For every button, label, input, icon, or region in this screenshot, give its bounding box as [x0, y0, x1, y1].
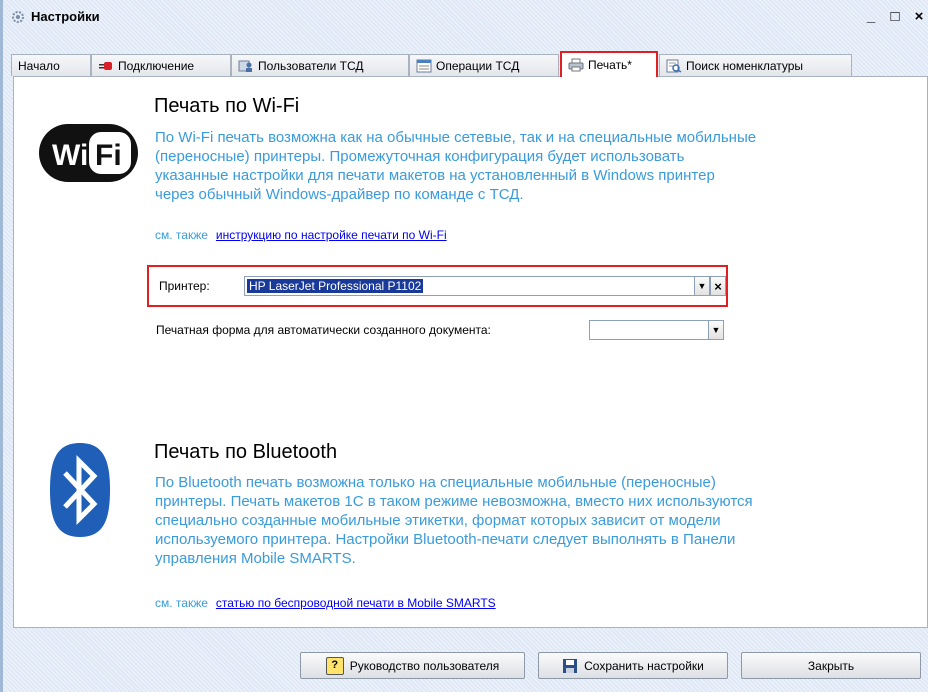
bluetooth-see-also: см. также статью по беспроводной печати в…	[155, 596, 496, 610]
wifi-see-also: см. также инструкцию по настройке печати …	[155, 228, 447, 242]
user-guide-label: Руководство пользователя	[349, 658, 500, 673]
tab-start[interactable]: Начало	[11, 54, 91, 76]
tab-label: Операции ТСД	[436, 58, 520, 73]
see-also-label: см. также	[155, 228, 208, 242]
bt-desc-line: специально созданные мобильные этикетки,…	[155, 512, 721, 529]
wifi-desc-line: указанные настройки для печати макетов н…	[155, 167, 715, 184]
tab-print[interactable]: Печать*	[560, 51, 658, 77]
tab-label: Пользователи ТСД	[258, 58, 364, 73]
wifi-desc-line: (переносные) принтеры. Промежуточная кон…	[155, 148, 685, 165]
wifi-description: По Wi-Fi печать возможна как на обычные …	[155, 128, 756, 204]
wifi-logo-icon: Wi Fi	[39, 124, 138, 182]
window-controls: _ □ ×	[862, 8, 928, 25]
bt-desc-line: управления Mobile SMARTS.	[155, 550, 356, 567]
print-form-dropdown-button[interactable]: ▼	[708, 320, 724, 340]
close-label: Закрыть	[807, 658, 855, 673]
chevron-down-icon: ▼	[697, 281, 707, 291]
print-form-label: Печатная форма для автоматически созданн…	[156, 323, 491, 337]
list-icon	[416, 59, 432, 72]
bt-desc-line: используемого принтера. Настройки Blueto…	[155, 531, 736, 548]
window-title: Настройки	[31, 9, 100, 24]
close-button[interactable]: Закрыть	[741, 652, 921, 679]
bt-desc-line: принтеры. Печать макетов 1С в таком режи…	[155, 493, 753, 510]
tab-tsd-operations[interactable]: Операции ТСД	[409, 54, 559, 76]
title-bar: Настройки _ □ ×	[3, 0, 928, 33]
see-also-label: см. также	[155, 596, 208, 610]
wireless-printing-article-link[interactable]: статью по беспроводной печати в Mobile S…	[216, 596, 496, 610]
chevron-down-icon: ▼	[711, 325, 721, 335]
printer-value: HP LaserJet Professional P1102	[247, 279, 424, 293]
bluetooth-logo-icon	[50, 443, 110, 537]
printer-select[interactable]: HP LaserJet Professional P1102 ▼ ×	[244, 276, 726, 296]
tab-label: Поиск номенклатуры	[686, 58, 804, 73]
save-disk-icon	[563, 658, 578, 673]
save-settings-button[interactable]: Сохранить настройки	[538, 652, 728, 679]
bt-desc-line: По Bluetooth печать возможна только на с…	[155, 474, 716, 491]
users-icon	[238, 60, 252, 72]
save-settings-label: Сохранить настройки	[584, 658, 704, 673]
plug-icon	[99, 61, 112, 70]
help-icon: ?	[325, 656, 344, 675]
settings-window: Настройки _ □ × Начало Подключение Польз…	[0, 0, 928, 692]
tab-bar: Начало Подключение Пользователи ТСД Опер…	[11, 51, 928, 77]
printer-field-highlight: Принтер: HP LaserJet Professional P1102 …	[147, 265, 728, 307]
svg-text:Wi: Wi	[52, 139, 88, 172]
tab-connection[interactable]: Подключение	[91, 54, 231, 76]
wifi-desc-line: По Wi-Fi печать возможна как на обычные …	[155, 129, 757, 146]
tab-label: Печать*	[588, 58, 632, 72]
minimize-button[interactable]: _	[862, 8, 880, 25]
printer-clear-button[interactable]: ×	[710, 276, 726, 296]
printer-dropdown-button[interactable]: ▼	[694, 276, 710, 296]
print-settings-panel: Wi Fi Печать по Wi-Fi По Wi-Fi печать во…	[13, 76, 928, 628]
printer-icon	[568, 58, 584, 72]
wifi-desc-line: через обычный Windows-драйвер по команде…	[155, 186, 524, 203]
bluetooth-section-title: Печать по Bluetooth	[154, 441, 338, 463]
bluetooth-description: По Bluetooth печать возможна только на с…	[155, 473, 753, 568]
user-guide-button[interactable]: ? Руководство пользователя	[300, 652, 525, 679]
print-form-select[interactable]: ▼	[589, 320, 724, 340]
close-window-button[interactable]: ×	[910, 8, 928, 25]
printer-label: Принтер:	[159, 279, 210, 293]
maximize-button[interactable]: □	[886, 8, 904, 25]
settings-gear-icon	[12, 10, 24, 23]
tab-label: Начало	[18, 58, 60, 73]
tab-nomenclature-search[interactable]: Поиск номенклатуры	[659, 54, 852, 76]
svg-text:Fi: Fi	[95, 139, 122, 172]
wifi-instructions-link[interactable]: инструкцию по настройке печати по Wi-Fi	[216, 228, 447, 242]
clear-icon: ×	[714, 279, 722, 294]
wifi-section-title: Печать по Wi-Fi	[154, 95, 300, 117]
search-doc-icon	[666, 59, 682, 73]
tab-label: Подключение	[118, 58, 195, 73]
tab-tsd-users[interactable]: Пользователи ТСД	[231, 54, 409, 76]
